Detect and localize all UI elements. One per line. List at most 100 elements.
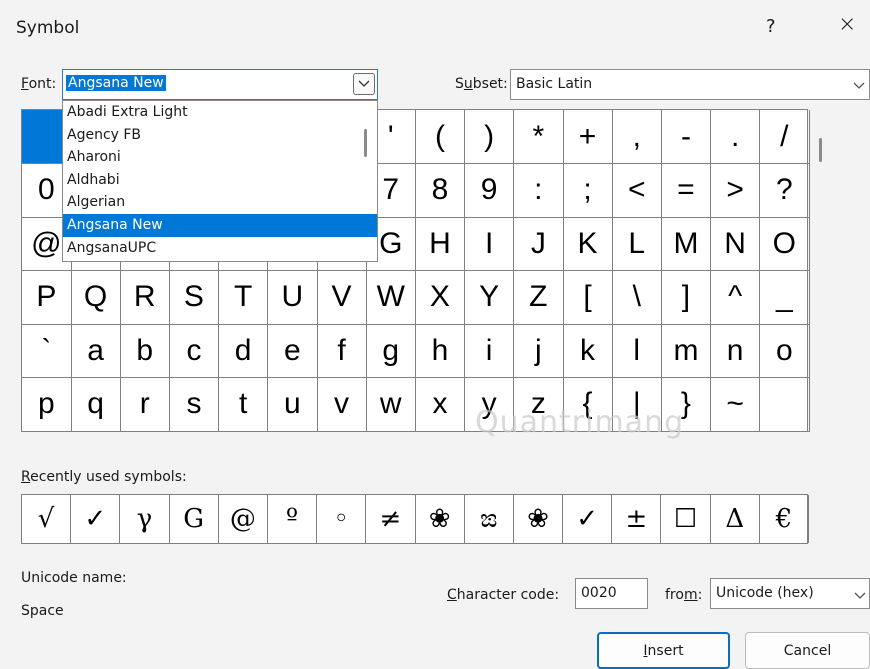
symbol-cell[interactable]: j — [514, 324, 564, 378]
symbol-cell[interactable]: ^ — [710, 270, 761, 325]
recent-symbol-cell[interactable]: Δ — [711, 495, 760, 543]
symbol-cell[interactable]: N — [710, 217, 761, 271]
from-combobox[interactable]: Unicode (hex) — [710, 578, 870, 609]
symbol-cell[interactable]: - — [661, 110, 712, 164]
symbol-cell[interactable]: X — [415, 270, 466, 325]
symbol-cell[interactable]: l — [612, 324, 663, 378]
font-dropdown-list[interactable]: Abadi Extra Light Agency FB Aharoni Aldhabi… — [62, 100, 378, 262]
symbol-cell[interactable]: = — [661, 163, 712, 218]
font-value[interactable]: Angsana New — [66, 75, 166, 91]
symbol-cell[interactable]: V — [317, 270, 367, 325]
symbol-cell[interactable]: v — [317, 377, 367, 432]
symbol-cell[interactable]: / — [760, 110, 810, 164]
symbol-cell[interactable]: u — [268, 377, 318, 432]
cancel-button[interactable]: Cancel — [745, 632, 870, 669]
symbol-cell[interactable]: r — [120, 377, 171, 432]
close-button[interactable]: × — [838, 12, 856, 37]
recent-symbol-cell[interactable]: ಙ — [465, 495, 514, 543]
symbol-cell[interactable]: R — [120, 270, 171, 325]
symbol-cell[interactable]: Q — [71, 270, 121, 325]
recent-symbols-row[interactable]: √ ✓ γ G @ º ◦ ≠ ❀ ಙ ❀ ✓ ± ☐ Δ € — [21, 494, 809, 544]
symbol-cell[interactable]: Y — [464, 270, 515, 325]
symbol-cell[interactable]: + — [563, 110, 613, 164]
symbol-cell[interactable]: k — [563, 324, 613, 378]
symbol-cell[interactable]: I — [464, 217, 515, 271]
symbol-cell[interactable]: > — [710, 163, 761, 218]
symbol-cell[interactable]: ( — [415, 110, 466, 164]
recent-symbol-cell[interactable]: ❀ — [514, 495, 564, 543]
symbol-cell[interactable]: M — [661, 217, 712, 271]
symbol-cell[interactable]: U — [268, 270, 318, 325]
font-option[interactable]: Agency FB — [63, 124, 377, 147]
symbol-cell[interactable]: ~ — [710, 377, 761, 432]
symbol-cell[interactable]: i — [464, 324, 515, 378]
symbol-cell[interactable]: J — [514, 217, 564, 271]
symbol-cell[interactable]: f — [317, 324, 367, 378]
symbol-cell[interactable]: e — [268, 324, 318, 378]
symbol-cell[interactable]: K — [563, 217, 613, 271]
recent-symbol-cell[interactable]: ≠ — [366, 495, 416, 543]
font-dropdown-button[interactable] — [353, 73, 375, 95]
insert-button[interactable]: Insert — [597, 632, 730, 669]
help-button[interactable]: ? — [766, 16, 776, 37]
subset-combobox[interactable]: Basic Latin — [510, 69, 870, 100]
symbol-cell[interactable]: g — [366, 324, 417, 378]
recent-symbol-cell[interactable]: @ — [219, 495, 268, 543]
recent-symbol-cell[interactable]: √ — [22, 495, 72, 543]
recent-symbol-cell[interactable]: γ — [120, 495, 170, 543]
symbol-cell[interactable]: ] — [661, 270, 712, 325]
font-option[interactable]: Algerian — [63, 191, 377, 214]
font-option[interactable]: Angsana New — [63, 213, 377, 237]
from-dropdown-button[interactable] — [854, 588, 866, 604]
symbol-cell[interactable]: ? — [760, 163, 810, 218]
recent-symbol-cell[interactable]: € — [760, 495, 809, 543]
symbol-cell[interactable]: m — [661, 324, 712, 378]
symbol-cell[interactable]: H — [415, 217, 466, 271]
symbol-cell[interactable]: t — [218, 377, 269, 432]
symbol-cell[interactable]: ) — [464, 110, 515, 164]
symbol-cell[interactable]: \ — [612, 270, 663, 325]
recent-symbol-cell[interactable]: ± — [612, 495, 662, 543]
symbol-cell[interactable]: Z — [514, 270, 564, 325]
symbol-cell[interactable]: o — [760, 324, 810, 378]
symbol-cell[interactable]: x — [415, 377, 466, 432]
symbol-cell[interactable]: 9 — [464, 163, 515, 218]
font-option[interactable]: AngsanaUPC — [63, 237, 377, 260]
font-combobox[interactable]: Angsana New — [62, 69, 378, 100]
recent-symbol-cell[interactable]: ✓ — [71, 495, 121, 543]
symbol-cell[interactable]: , — [612, 110, 663, 164]
symbol-cell[interactable]: ; — [563, 163, 613, 218]
symbol-cell[interactable]: _ — [760, 270, 810, 325]
recent-symbol-cell[interactable]: ☐ — [661, 495, 711, 543]
symbol-cell[interactable]: p — [22, 377, 72, 432]
symbol-cell[interactable]: T — [218, 270, 269, 325]
symbol-cell[interactable]: * — [514, 110, 564, 164]
subset-dropdown-button[interactable] — [853, 78, 865, 94]
symbol-cell[interactable]: s — [169, 377, 220, 432]
recent-symbol-cell[interactable]: ✓ — [563, 495, 613, 543]
symbol-cell[interactable]: c — [169, 324, 220, 378]
recent-symbol-cell[interactable]: G — [170, 495, 219, 543]
symbol-cell[interactable] — [760, 377, 810, 432]
symbol-cell[interactable]: L — [612, 217, 663, 271]
symbol-cell[interactable]: W — [366, 270, 417, 325]
symbol-cell[interactable]: n — [710, 324, 761, 378]
symbol-cell[interactable]: [ — [563, 270, 613, 325]
character-code-input[interactable]: 0020 — [575, 578, 648, 609]
symbol-cell[interactable]: S — [169, 270, 220, 325]
symbol-grid-scrollbar-thumb[interactable] — [819, 138, 822, 162]
symbol-cell[interactable]: P — [22, 270, 72, 325]
symbol-cell[interactable]: . — [710, 110, 761, 164]
symbol-cell[interactable]: q — [71, 377, 121, 432]
symbol-cell[interactable]: b — [120, 324, 171, 378]
symbol-cell[interactable]: d — [218, 324, 269, 378]
symbol-cell[interactable]: w — [366, 377, 417, 432]
font-option[interactable]: Abadi Extra Light — [63, 101, 377, 124]
recent-symbol-cell[interactable]: º — [268, 495, 318, 543]
recent-symbol-cell[interactable]: ❀ — [416, 495, 465, 543]
font-list-scrollbar-thumb[interactable] — [364, 129, 367, 157]
symbol-cell[interactable]: 8 — [415, 163, 466, 218]
symbol-cell[interactable]: : — [514, 163, 564, 218]
symbol-cell[interactable]: < — [612, 163, 663, 218]
recent-symbol-cell[interactable]: ◦ — [317, 495, 367, 543]
